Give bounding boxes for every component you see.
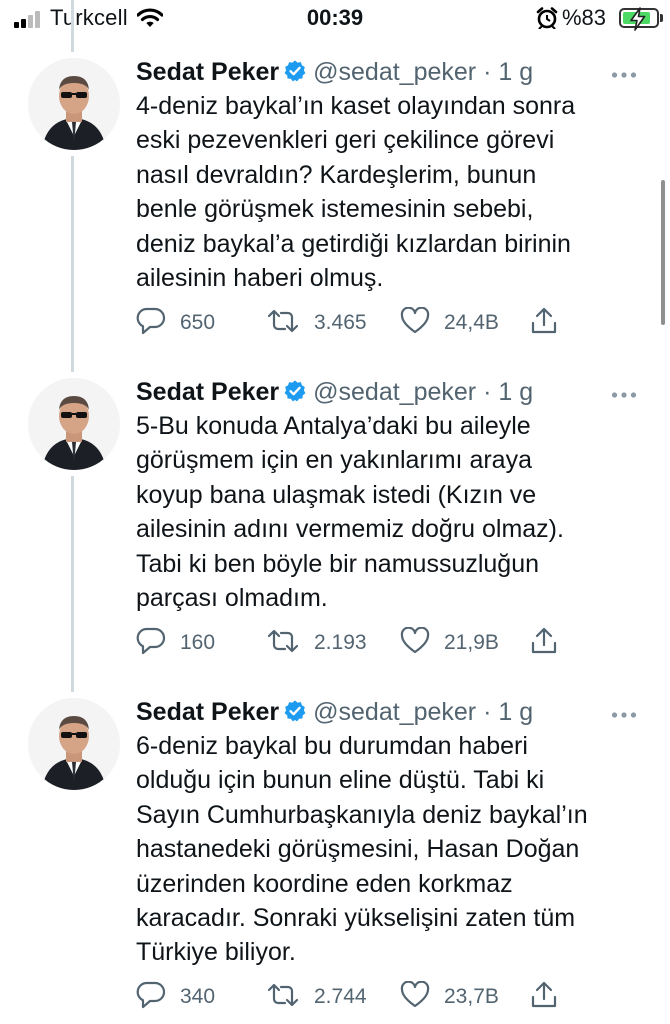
- more-options-icon[interactable]: [611, 386, 637, 404]
- retweet-button[interactable]: 2.193: [266, 626, 367, 660]
- tweet-text-line: eski pezevenkleri geri çekilince görevi: [136, 126, 555, 155]
- tweet-text: 4-deniz baykal’ın kaset olayından sonra …: [136, 89, 636, 295]
- tweet-text-line: nasıl devraldın? Kardeşlerim, bunun: [136, 160, 537, 189]
- avatar[interactable]: [28, 378, 120, 470]
- tweet-text-line: ailesinin adını vermemiz doğru olmaz).: [136, 515, 564, 544]
- tweet-text-line: Tabi ki ben böyle bir namussuzluğun: [136, 549, 540, 578]
- tweet-text-line: 4-deniz baykal’ın kaset olayından sonra: [136, 92, 576, 120]
- author-name[interactable]: Sedat Peker: [136, 698, 279, 726]
- charging-bolt-icon: [627, 7, 649, 36]
- tweet[interactable]: Sedat Peker @sedat_peker · 1 g 4-deniz ba…: [0, 54, 660, 354]
- share-button[interactable]: [530, 626, 558, 660]
- like-count: 21,9B: [444, 631, 499, 654]
- separator: ·: [476, 58, 492, 86]
- tweet-text-line: hastanedeki görüşmesini, Hasan Doğan: [136, 835, 580, 864]
- tweet-header: Sedat Peker @sedat_peker · 1 g: [136, 54, 533, 90]
- battery-percent: %83: [562, 5, 607, 30]
- tweet-time[interactable]: 1 g: [491, 378, 533, 406]
- thread-line: [71, 0, 74, 52]
- retweet-icon: [266, 628, 300, 659]
- share-icon: [530, 980, 558, 1015]
- battery-nub: [660, 14, 663, 22]
- reply-icon: [136, 307, 166, 340]
- tweet[interactable]: Sedat Peker @sedat_peker · 1 g 6-deniz ba…: [0, 694, 660, 1024]
- tweet-text-line: deniz baykal’a getirdiği kızlardan birin…: [136, 229, 571, 258]
- tweet-text-line: görüşmem için en yakınlarımı araya: [136, 446, 532, 475]
- alarm-icon: [536, 7, 558, 34]
- avatar[interactable]: [28, 58, 120, 150]
- more-options-icon[interactable]: [611, 706, 637, 724]
- separator: ·: [476, 378, 492, 406]
- reply-count: 340: [180, 985, 216, 1008]
- author-handle[interactable]: @sedat_peker: [313, 698, 476, 726]
- verified-badge-icon: [283, 377, 307, 413]
- tweet-text-line: 6-deniz baykal bu durumdan haberi: [136, 732, 528, 760]
- tweet-text-line: Sayın Cumhurbaşkanıyla deniz baykal’ın: [136, 800, 588, 829]
- like-count: 23,7B: [444, 985, 499, 1008]
- tweet-actions: 160 2.193 21,9B: [136, 626, 576, 660]
- tweet-text-line: olduğu için bunun eline düştü. Tabi ki: [136, 766, 545, 795]
- tweet-text: 5-Bu konuda Antalya’daki bu aileyle görü…: [136, 409, 636, 615]
- tweet-text-line: parçası olmadım.: [136, 584, 328, 613]
- tweet-text-line: üzerinden koordine eden korkmaz: [136, 869, 513, 898]
- retweet-button[interactable]: 3.465: [266, 306, 367, 340]
- tweet-text-line: koyup bana ulaşmak istedi (Kızın ve: [136, 480, 537, 509]
- retweet-count: 2.193: [314, 631, 367, 654]
- share-button[interactable]: [530, 980, 558, 1014]
- verified-badge-icon: [283, 697, 307, 733]
- avatar[interactable]: [28, 698, 120, 790]
- tweet-text-line: ailesinin haberi olmuş.: [136, 264, 384, 293]
- retweet-count: 3.465: [314, 311, 367, 334]
- retweet-icon: [266, 308, 300, 339]
- tweet-time[interactable]: 1 g: [491, 698, 533, 726]
- like-button[interactable]: 24,4B: [400, 306, 499, 340]
- like-button[interactable]: 21,9B: [400, 626, 499, 660]
- share-icon: [530, 626, 558, 661]
- retweet-button[interactable]: 2.744: [266, 980, 367, 1014]
- separator: ·: [476, 698, 492, 726]
- heart-icon: [400, 980, 430, 1014]
- tweet-header: Sedat Peker @sedat_peker · 1 g: [136, 694, 533, 730]
- author-name[interactable]: Sedat Peker: [136, 378, 279, 406]
- reply-button[interactable]: 650: [136, 306, 215, 340]
- share-button[interactable]: [530, 306, 558, 340]
- tweet-text: 6-deniz baykal bu durumdan haberi olduğu…: [136, 729, 636, 970]
- retweet-count: 2.744: [314, 985, 367, 1008]
- tweet-text-line: 5-Bu konuda Antalya’daki bu aileyle: [136, 412, 531, 440]
- tweet-actions: 340 2.744 23,7B: [136, 980, 576, 1014]
- retweet-icon: [266, 982, 300, 1013]
- tweet-time[interactable]: 1 g: [491, 58, 533, 86]
- reply-button[interactable]: 160: [136, 626, 215, 660]
- share-icon: [530, 306, 558, 341]
- heart-icon: [400, 306, 430, 340]
- reply-icon: [136, 981, 166, 1014]
- reply-icon: [136, 627, 166, 660]
- tweet-text-line: Türkiye biliyor.: [136, 938, 296, 967]
- tweet-text-line: benle görüşmek istemesinin sebebi,: [136, 195, 534, 224]
- tweet-header: Sedat Peker @sedat_peker · 1 g: [136, 374, 533, 410]
- like-count: 24,4B: [444, 311, 499, 334]
- reply-count: 160: [180, 631, 216, 654]
- reply-button[interactable]: 340: [136, 980, 215, 1014]
- status-bar: Turkcell 00:39 %83: [0, 0, 670, 40]
- heart-icon: [400, 626, 430, 660]
- reply-count: 650: [180, 311, 216, 334]
- author-handle[interactable]: @sedat_peker: [313, 378, 476, 406]
- verified-badge-icon: [283, 57, 307, 93]
- tweet[interactable]: Sedat Peker @sedat_peker · 1 g 5-Bu konud…: [0, 374, 660, 674]
- more-options-icon[interactable]: [611, 66, 637, 84]
- author-handle[interactable]: @sedat_peker: [313, 58, 476, 86]
- tweet-text-line: karacadır. Sonraki yükselişini zaten tüm: [136, 904, 576, 933]
- tweet-actions: 650 3.465 24,4B: [136, 306, 576, 340]
- like-button[interactable]: 23,7B: [400, 980, 499, 1014]
- scroll-indicator[interactable]: [661, 180, 665, 325]
- author-name[interactable]: Sedat Peker: [136, 58, 279, 86]
